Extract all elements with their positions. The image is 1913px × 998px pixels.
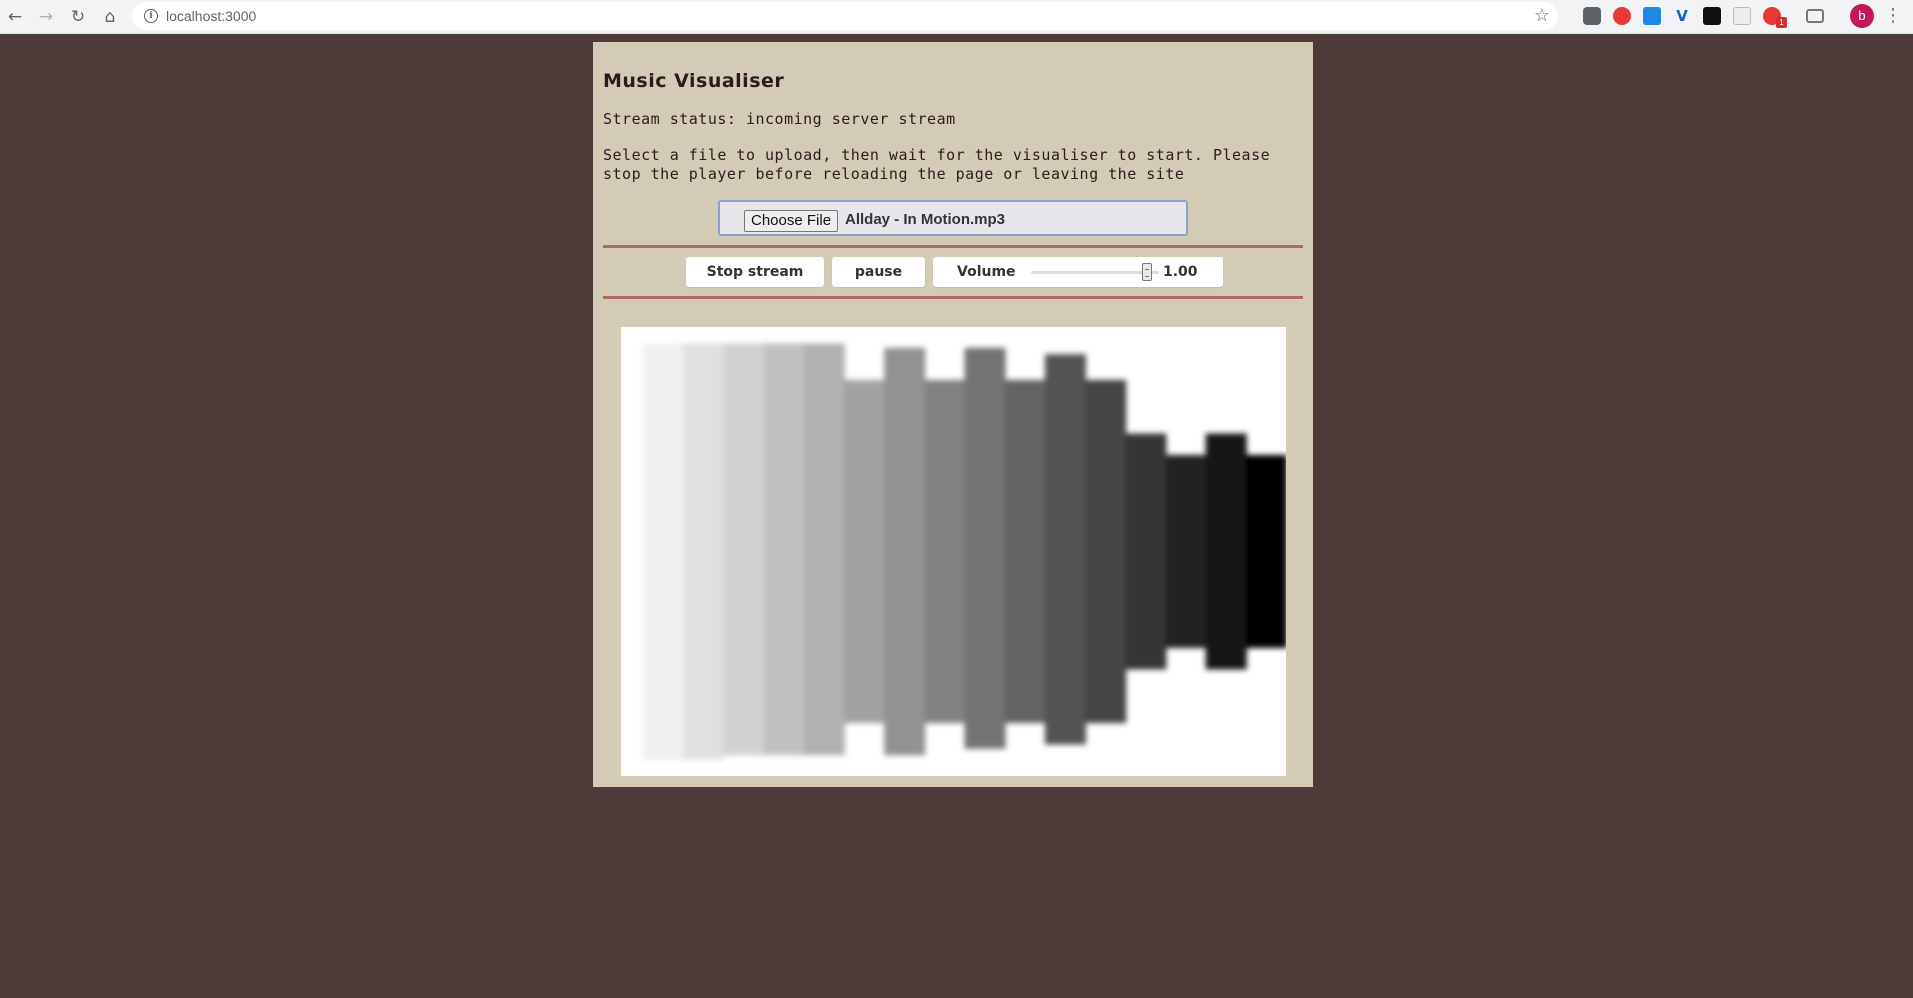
volume-label: Volume: [957, 264, 1016, 280]
visualiser-bar: [843, 379, 886, 724]
blue-extension-icon[interactable]: [1643, 7, 1661, 25]
visualiser-bar: [803, 343, 845, 756]
visualiser-bar: [1044, 354, 1087, 745]
bookmark-star-icon[interactable]: ☆: [1534, 5, 1550, 26]
stream-status: Stream status: incoming server stream: [603, 110, 956, 128]
visualiser-bar: [683, 343, 725, 760]
back-icon[interactable]: ←: [3, 5, 27, 29]
visualiser-panel: Music Visualiser Stream status: incoming…: [593, 42, 1313, 787]
visualiser-bar: [884, 347, 926, 756]
more-menu-icon[interactable]: ⋮: [1884, 5, 1902, 29]
choose-file-button[interactable]: Choose File: [744, 210, 839, 232]
camera-extension-icon[interactable]: [1806, 9, 1824, 23]
volume-value: 1.00: [1163, 264, 1198, 280]
visualiser-svg: [621, 327, 1286, 776]
divider-top: [603, 245, 1303, 248]
visualiser-bar: [924, 379, 966, 724]
address-url[interactable]: localhost:3000: [166, 8, 256, 24]
pause-button[interactable]: pause: [832, 257, 925, 287]
v-extension-icon[interactable]: V: [1673, 7, 1691, 25]
visualiser-canvas: [621, 327, 1286, 776]
extension-badge: 1: [1776, 17, 1787, 28]
visualiser-bar: [763, 343, 805, 756]
volume-slider-thumb[interactable]: [1142, 263, 1152, 281]
red-extension-icon[interactable]: [1613, 7, 1631, 25]
file-input[interactable]: Choose File Allday - In Motion.mp3: [718, 200, 1188, 236]
volume-control: Volume 1.00: [933, 257, 1223, 287]
page-title: Music Visualiser: [603, 70, 785, 92]
volume-slider-track[interactable]: [1031, 271, 1159, 274]
shield-extension-icon[interactable]: [1583, 7, 1601, 25]
gray-extension-icon[interactable]: [1733, 7, 1751, 25]
visualiser-bar: [1085, 379, 1127, 724]
stop-stream-button[interactable]: Stop stream: [686, 257, 824, 287]
profile-avatar[interactable]: b: [1850, 4, 1874, 28]
home-icon[interactable]: ⌂: [98, 5, 122, 29]
visualiser-bar: [1125, 433, 1167, 670]
reload-icon[interactable]: ↻: [66, 5, 90, 29]
visualiser-bar: [643, 343, 685, 760]
visualiser-bar: [1165, 454, 1207, 649]
visualiser-bar: [1245, 454, 1286, 649]
visualiser-bar: [1004, 379, 1046, 724]
visualiser-bar: [723, 343, 765, 756]
instructions-text: Select a file to upload, then wait for t…: [603, 146, 1271, 183]
browser-toolbar: ← → ↻ ⌂ i localhost:3000 ☆ V 1 b ⋮: [0, 0, 1913, 34]
visualiser-bar: [964, 347, 1006, 749]
amazon-extension-icon[interactable]: [1703, 7, 1721, 25]
address-bar[interactable]: i localhost:3000 ☆: [132, 2, 1558, 30]
divider-bottom: [603, 296, 1303, 299]
visualiser-bar: [1205, 433, 1247, 670]
info-icon[interactable]: i: [144, 9, 158, 23]
forward-icon[interactable]: →: [34, 5, 58, 29]
selected-filename: Allday - In Motion.mp3: [845, 211, 1005, 228]
